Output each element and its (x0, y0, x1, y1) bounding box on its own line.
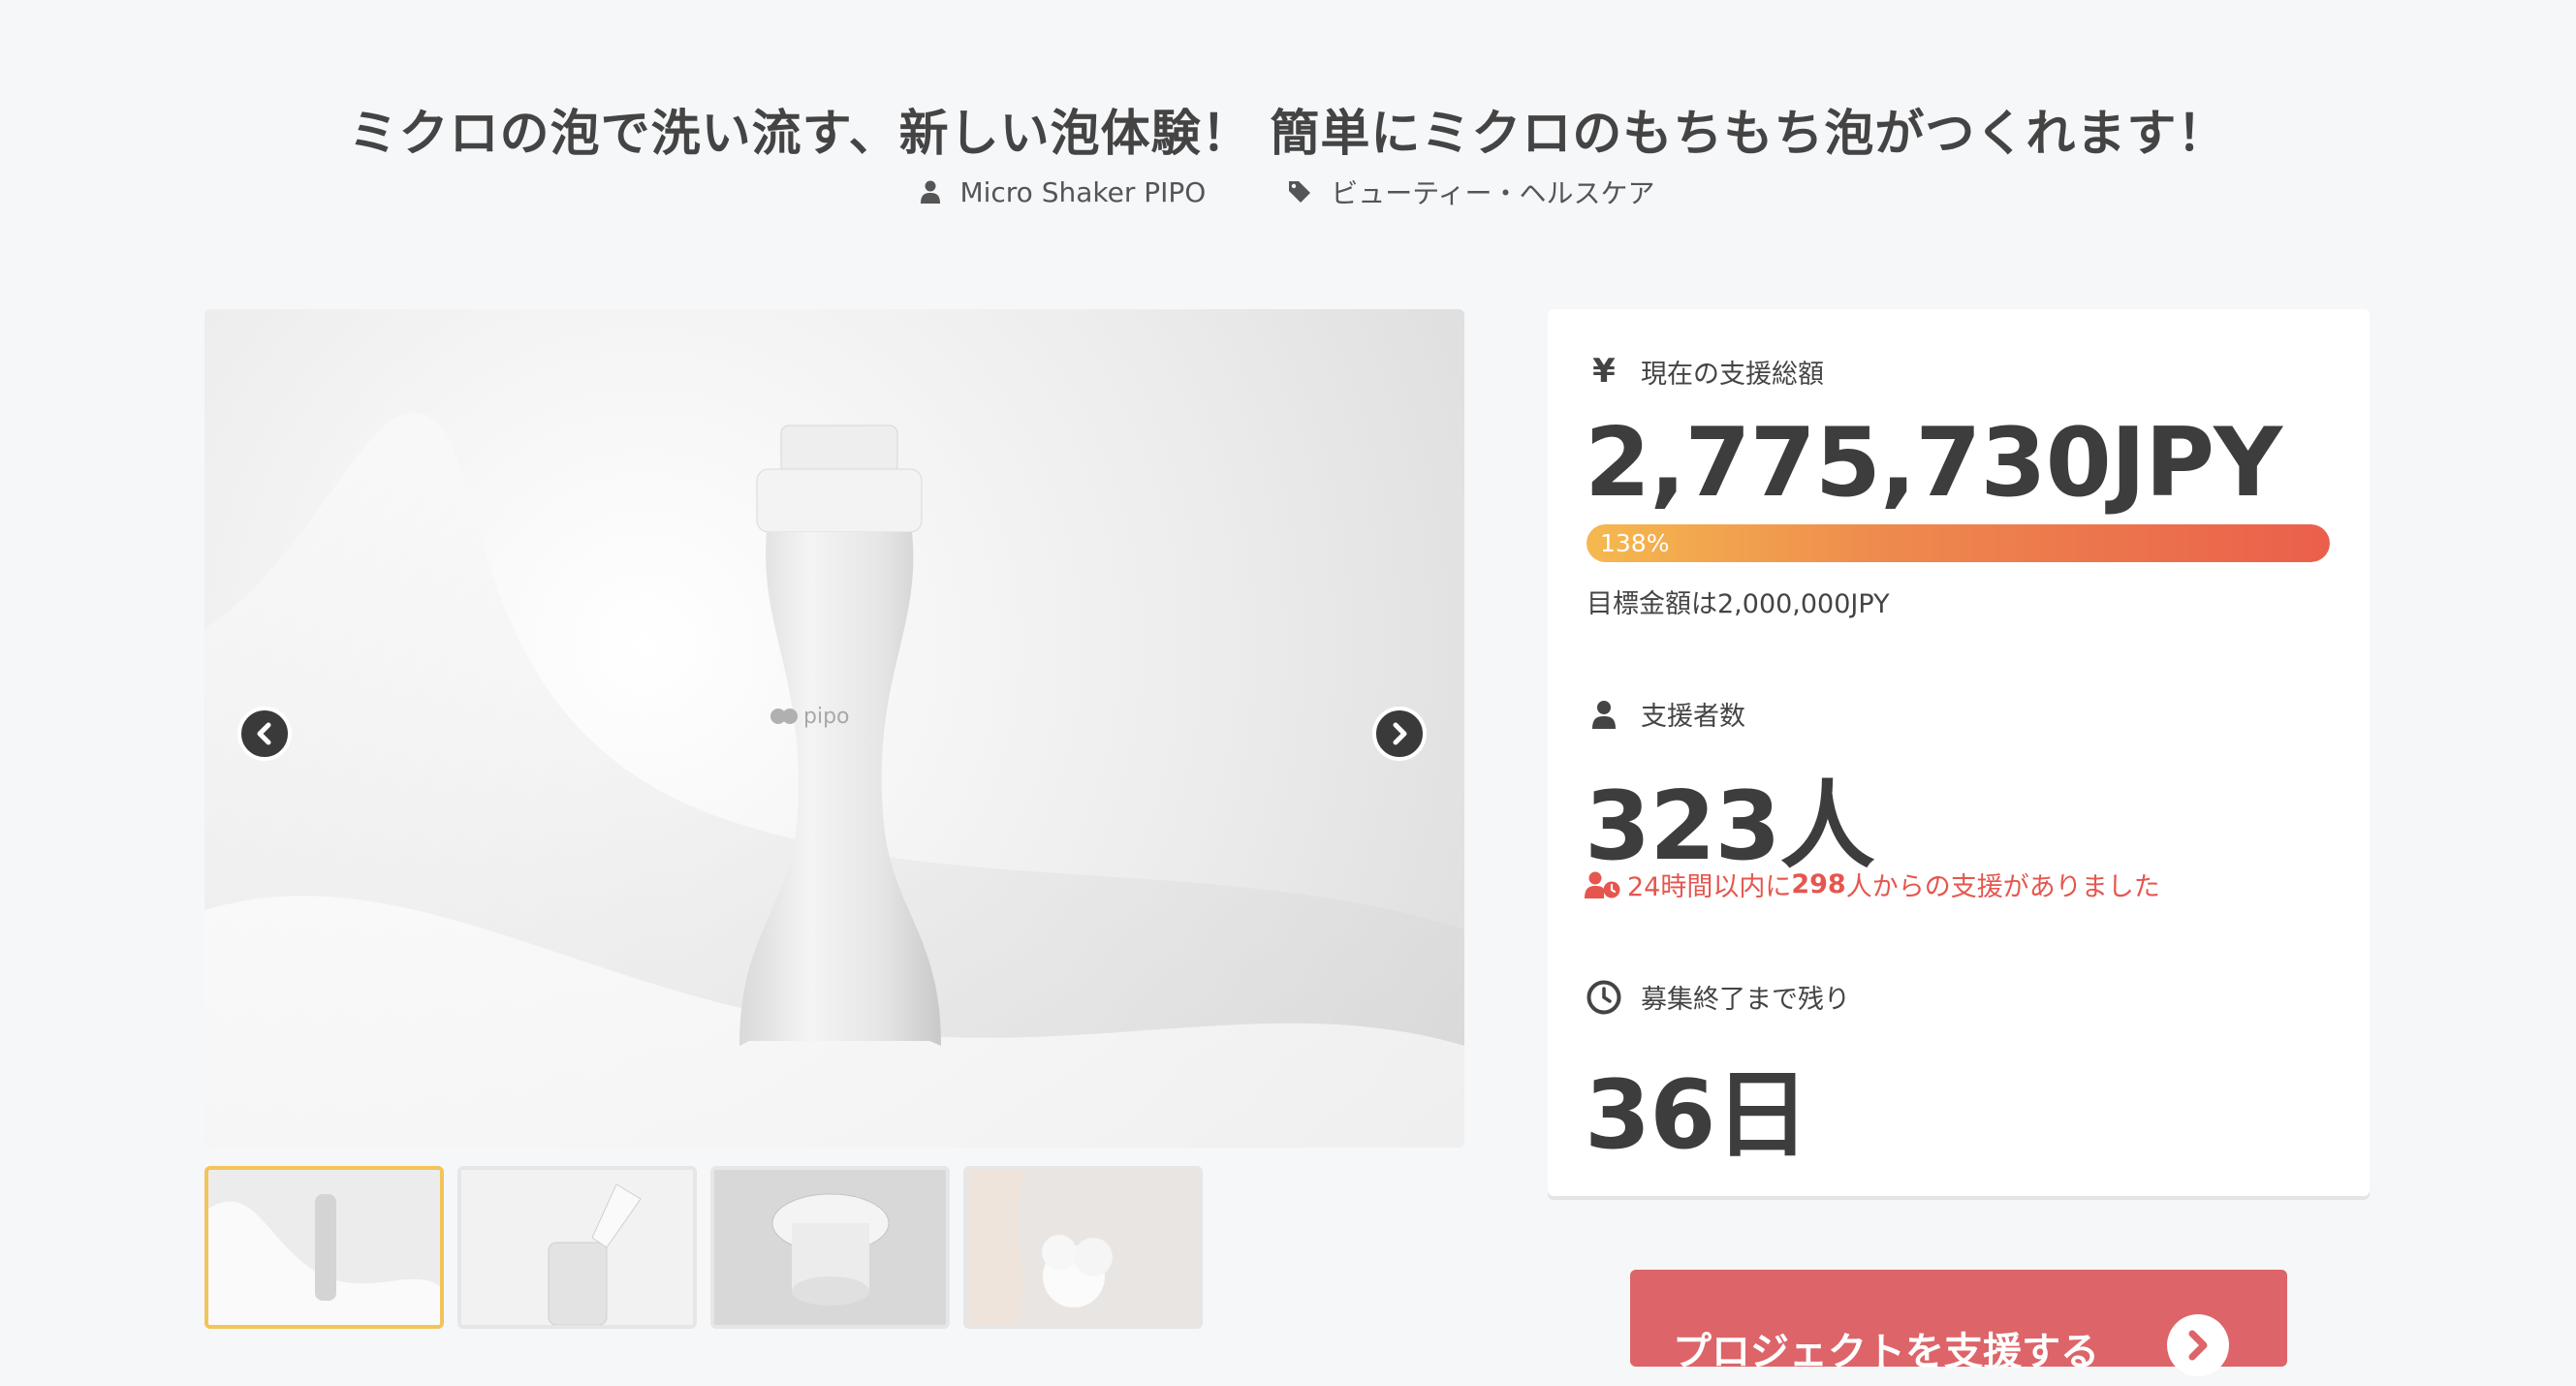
thumbnail-3[interactable] (710, 1166, 950, 1329)
user-clock-icon (1585, 871, 1620, 898)
chevron-right-icon (1393, 722, 1407, 745)
user-icon (1592, 700, 1616, 729)
user-icon (921, 180, 941, 204)
total-amount-value: 2,775,730JPY (1585, 408, 2282, 519)
thumbnail-image (714, 1170, 946, 1325)
thumbnail-image (461, 1170, 693, 1325)
yen-icon: ¥ (1592, 352, 1616, 391)
thumbnail-2[interactable] (457, 1166, 697, 1329)
total-amount-label: ¥ 現在の支援総額 (1586, 352, 1824, 391)
project-title: ミクロの泡で洗い流す、新しい泡体験！ 簡単にミクロのもちもち泡がつくれます！ (348, 106, 2228, 164)
product-logo: pipo (803, 705, 850, 729)
support-project-button[interactable]: プロジェクトを支援する (1630, 1270, 2287, 1376)
funding-progress-bar: 138% (1586, 524, 2330, 562)
prev-slide-button[interactable] (237, 707, 292, 761)
chevron-left-icon (257, 722, 271, 745)
thumbnail-image (967, 1170, 1199, 1325)
support-button-label: プロジェクトを支援する (1673, 1330, 2099, 1374)
remaining-days-value: 36日 (1585, 1060, 1809, 1171)
owner-link[interactable]: Micro Shaker PIPO (921, 176, 1206, 208)
category-link[interactable]: ビューティー・ヘルスケア (1288, 173, 1655, 211)
tag-icon (1289, 181, 1311, 203)
category-name: ビューティー・ヘルスケア (1331, 177, 1655, 209)
owner-name: Micro Shaker PIPO (959, 175, 1207, 208)
funding-stats-card: ¥ 現在の支援総額 2,775,730JPY 138% 目標金額は2,000,0… (1548, 309, 2370, 1196)
thumbnail-image (208, 1170, 440, 1325)
recent-count: 298 (1791, 869, 1846, 899)
remaining-days-label: 募集終了まで残り (1586, 978, 1850, 1016)
thumbnail-4[interactable] (963, 1166, 1203, 1329)
project-meta: Micro Shaker PIPO ビューティー・ヘルスケア (0, 173, 2576, 211)
recent-prefix: 24時間以内に (1627, 872, 1792, 902)
backers-label: 支援者数 (1586, 695, 1745, 733)
progress-fill (1586, 524, 2330, 562)
arrow-circle-icon (2167, 1314, 2229, 1376)
thumbnail-list (204, 1166, 1203, 1329)
main-image-slider[interactable]: pipo (204, 309, 1464, 1148)
goal-amount: 目標金額は2,000,000JPY (1586, 589, 1890, 619)
thumbnail-1[interactable] (204, 1166, 444, 1329)
progress-percent: 138% (1600, 529, 1670, 557)
recent-backers-note: 24時間以内に 298 人からの支援がありました (1585, 866, 2160, 903)
product-image: pipo (204, 412, 1464, 1148)
next-slide-button[interactable] (1372, 707, 1427, 761)
clock-icon (1586, 980, 1621, 1014)
recent-suffix: 人からの支援がありました (1845, 872, 2160, 902)
